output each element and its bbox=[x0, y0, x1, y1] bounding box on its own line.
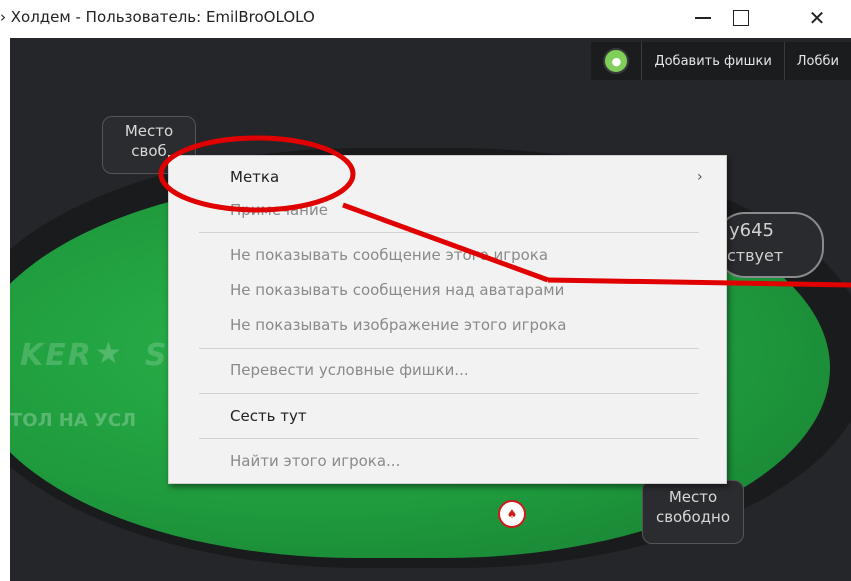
player-name: y645 bbox=[729, 220, 775, 241]
maximize-icon bbox=[733, 10, 749, 26]
status-button[interactable]: ● bbox=[591, 42, 641, 80]
dealer-chip-icon: ♠ bbox=[498, 500, 526, 528]
seat-label-line1: Место bbox=[668, 488, 718, 506]
window-titlebar: › Холдем - Пользователь: EmilBroOLOLO ✕ bbox=[0, 0, 851, 36]
seat-label-line2: свободно bbox=[655, 508, 731, 526]
menu-item-hide-avatar-messages[interactable]: Не показывать сообщения над аватарами bbox=[230, 281, 564, 299]
menu-item-find-player[interactable]: Найти этого игрока... bbox=[230, 452, 400, 470]
window-title: › Холдем - Пользователь: EmilBroOLOLO bbox=[0, 8, 315, 26]
empty-seat-bottom[interactable]: Место свободно bbox=[642, 480, 744, 544]
player-seat[interactable]: y645 ствует bbox=[715, 212, 824, 278]
submenu-arrow-icon: › bbox=[697, 169, 703, 185]
menu-item-mute-player-chat[interactable]: Не показывать сообщение этого игрока bbox=[230, 246, 548, 264]
maximize-button[interactable] bbox=[718, 0, 764, 36]
menu-item-hide-player-image[interactable]: Не показывать изображение этого игрока bbox=[230, 316, 566, 334]
green-status-icon: ● bbox=[603, 48, 630, 74]
close-button[interactable]: ✕ bbox=[794, 0, 840, 36]
star-logo-icon: ★ bbox=[95, 336, 122, 371]
lobby-button[interactable]: Лобби bbox=[783, 42, 851, 80]
seat-label-line1: Место bbox=[124, 122, 174, 140]
menu-item-transfer-chips[interactable]: Перевести условные фишки... bbox=[230, 361, 469, 379]
menu-item-note[interactable]: Примечание bbox=[230, 201, 328, 219]
player-status: ствует bbox=[727, 246, 784, 265]
game-toolbar: ● Добавить фишки Лобби bbox=[591, 42, 851, 80]
menu-item-sit-here[interactable]: Сесть тут bbox=[230, 407, 307, 425]
close-icon: ✕ bbox=[808, 6, 826, 30]
menu-separator bbox=[199, 348, 699, 349]
table-caption: ТОЛ НА УСЛ bbox=[10, 410, 137, 431]
menu-separator bbox=[199, 232, 699, 233]
menu-item-tag[interactable]: Метка bbox=[230, 168, 279, 186]
minimize-icon bbox=[695, 17, 711, 19]
menu-separator bbox=[199, 438, 699, 439]
menu-separator bbox=[199, 393, 699, 394]
add-chips-button[interactable]: Добавить фишки bbox=[641, 42, 783, 80]
context-menu: Метка › Примечание Не показывать сообщен… bbox=[168, 155, 727, 484]
